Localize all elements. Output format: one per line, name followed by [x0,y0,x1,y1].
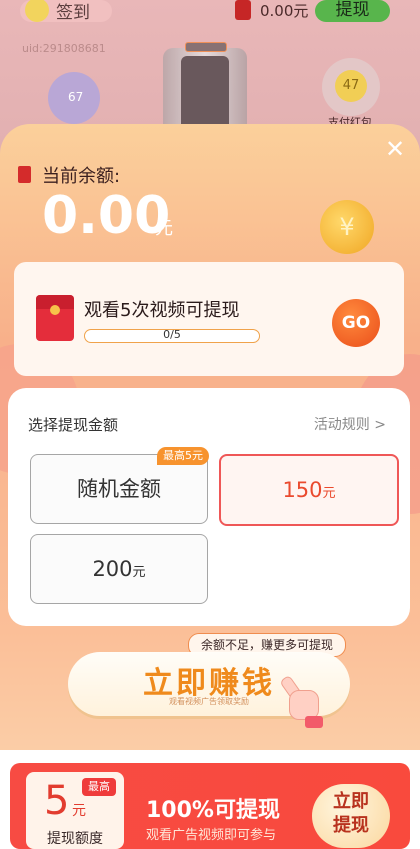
option-label: 随机金额 [77,477,161,501]
quota-label: 提现额度 [47,831,103,847]
banner-subtitle: 观看广告视频即可参与 [146,828,277,843]
pointing-hand-icon [279,674,323,728]
top-balance-value: 0.00元 [260,2,309,20]
lightning-value: 67 [68,90,84,104]
lightning-icon[interactable]: 67 [48,72,100,124]
top-bar: 签到 0.00元 提现 [0,0,420,42]
coin-icon [25,0,49,22]
option-unit: 元 [132,565,146,580]
coin-icon: 47 [335,70,367,102]
option-unit: 元 [322,486,336,501]
close-icon[interactable]: ✕ [384,137,406,161]
video-task-card: 观看5次视频可提现 0/5 GO [14,262,404,376]
alipay-coin-button[interactable]: 47 [322,58,380,116]
quota-unit: 元 [72,803,86,819]
current-balance-text: 当前余额: [42,166,121,187]
banner-withdraw-button[interactable]: 立即 提现 [312,784,390,848]
quota-box: 5 元 最高 提现额度 [26,772,124,849]
task-progress-text: 0/5 [163,328,181,341]
yen-symbol: ¥ [339,213,355,241]
yen-coin-icon: ¥ [320,200,374,254]
envelope-seal [50,305,60,315]
quota-value: 5 [44,778,70,824]
option-150[interactable]: 150元 [219,454,399,526]
max-tag: 最高 [82,778,116,796]
balance-amount: 0.00 [42,186,171,246]
red-envelope-icon [235,0,251,20]
max-badge: 最高5元 [157,447,209,465]
option-label: 200 [92,557,133,581]
sign-in-label: 签到 [56,3,90,23]
option-200[interactable]: 200元 [30,534,208,604]
balance-unit: 元 [155,218,173,239]
top-balance: 0.00元 [230,0,320,24]
sign-in-button[interactable]: 签到 [20,0,112,23]
task-title: 观看5次视频可提现 [84,300,240,321]
go-button[interactable]: GO [332,299,380,347]
option-random-amount[interactable]: 随机金额 最高5元 [30,447,209,524]
select-heading: 选择提现金额 [28,416,119,434]
amount-select-panel: 选择提现金额 活动规则 > 随机金额 最高5元 150元 200元 [8,388,410,626]
red-envelope-icon [18,166,31,183]
banner-title: 100%可提现 [146,798,280,823]
option-label: 150 [282,478,323,502]
red-envelope-icon [36,295,74,341]
battery-tip [185,42,227,52]
activity-rules-link[interactable]: 活动规则 > [314,414,386,434]
hand-cuff [305,716,323,728]
top-withdraw-button[interactable]: 提现 [315,0,390,22]
user-id: uid:291808681 [22,42,106,55]
